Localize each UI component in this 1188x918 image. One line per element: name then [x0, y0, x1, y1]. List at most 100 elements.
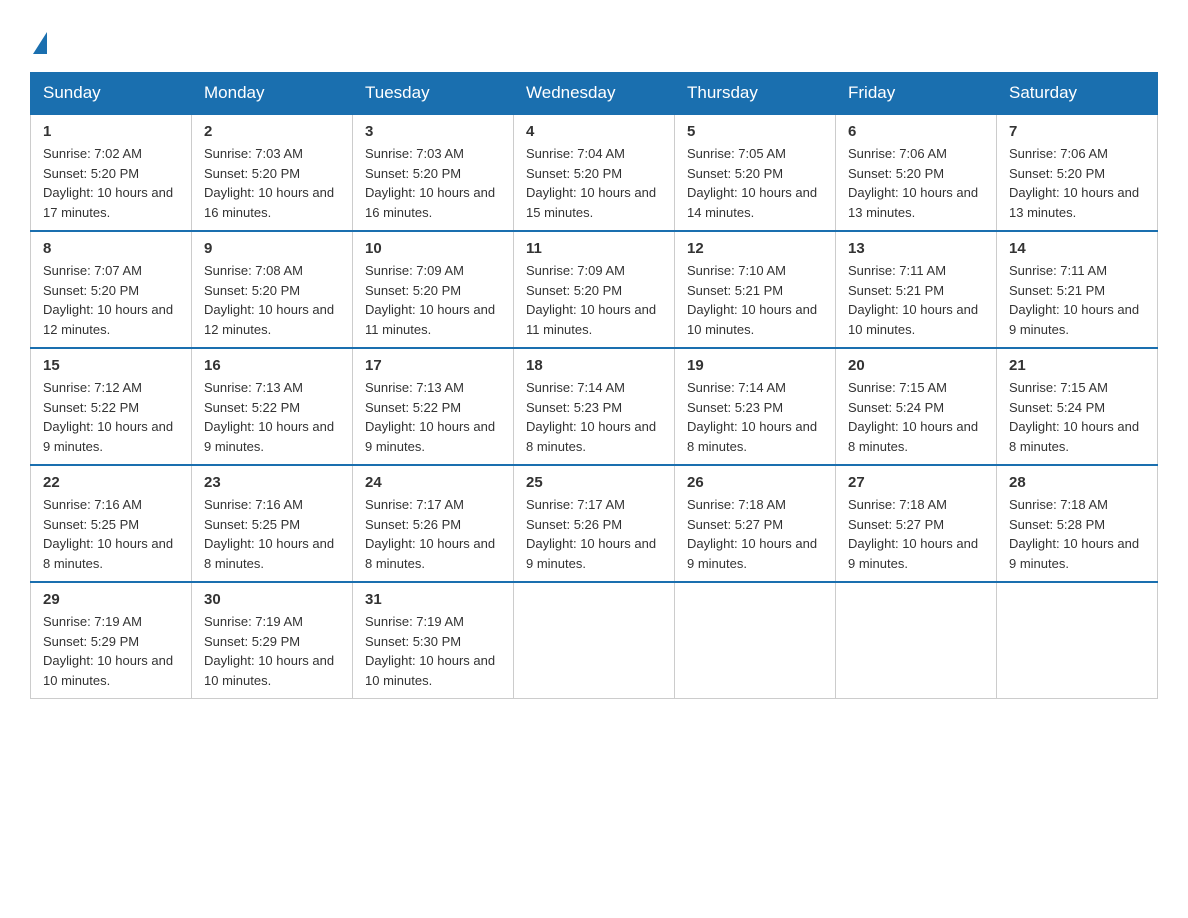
calendar-header-wednesday: Wednesday — [514, 73, 675, 115]
day-number: 25 — [526, 474, 662, 491]
day-number: 30 — [204, 591, 340, 608]
day-info: Sunrise: 7:15 AMSunset: 5:24 PMDaylight:… — [848, 378, 984, 456]
day-number: 16 — [204, 357, 340, 374]
day-number: 5 — [687, 123, 823, 140]
day-number: 24 — [365, 474, 501, 491]
day-number: 19 — [687, 357, 823, 374]
calendar-header-saturday: Saturday — [997, 73, 1158, 115]
day-number: 23 — [204, 474, 340, 491]
calendar-cell: 2Sunrise: 7:03 AMSunset: 5:20 PMDaylight… — [192, 114, 353, 231]
day-info: Sunrise: 7:07 AMSunset: 5:20 PMDaylight:… — [43, 261, 179, 339]
calendar-cell: 31Sunrise: 7:19 AMSunset: 5:30 PMDayligh… — [353, 582, 514, 699]
calendar-cell: 14Sunrise: 7:11 AMSunset: 5:21 PMDayligh… — [997, 231, 1158, 348]
calendar-cell: 17 Sunrise: 7:13 AMSunset: 5:22 PMDayligh… — [353, 348, 514, 465]
day-info: Sunrise: 7:18 AMSunset: 5:28 PMDaylight:… — [1009, 495, 1145, 573]
calendar-header-row: SundayMondayTuesdayWednesdayThursdayFrid… — [31, 73, 1158, 115]
calendar-header-sunday: Sunday — [31, 73, 192, 115]
calendar-header-monday: Monday — [192, 73, 353, 115]
day-info: Sunrise: 7:09 AMSunset: 5:20 PMDaylight:… — [526, 261, 662, 339]
calendar-cell: 15 Sunrise: 7:12 AMSunset: 5:22 PMDayligh… — [31, 348, 192, 465]
calendar-cell: 18 Sunrise: 7:14 AMSunset: 5:23 PMDayligh… — [514, 348, 675, 465]
day-info: Sunrise: 7:16 AMSunset: 5:25 PMDaylight:… — [204, 495, 340, 573]
calendar-header-tuesday: Tuesday — [353, 73, 514, 115]
logo — [30, 30, 47, 52]
calendar-cell: 11Sunrise: 7:09 AMSunset: 5:20 PMDayligh… — [514, 231, 675, 348]
calendar-week-row: 29 Sunrise: 7:19 AMSunset: 5:29 PMDayligh… — [31, 582, 1158, 699]
calendar-cell: 12Sunrise: 7:10 AMSunset: 5:21 PMDayligh… — [675, 231, 836, 348]
day-info: Sunrise: 7:17 AMSunset: 5:26 PMDaylight:… — [365, 495, 501, 573]
day-number: 22 — [43, 474, 179, 491]
day-number: 3 — [365, 123, 501, 140]
day-number: 26 — [687, 474, 823, 491]
calendar-cell: 3 Sunrise: 7:03 AMSunset: 5:20 PMDaylight… — [353, 114, 514, 231]
day-number: 28 — [1009, 474, 1145, 491]
logo-triangle-icon — [33, 32, 47, 54]
calendar-header-friday: Friday — [836, 73, 997, 115]
calendar-cell: 7Sunrise: 7:06 AMSunset: 5:20 PMDaylight… — [997, 114, 1158, 231]
day-number: 17 — [365, 357, 501, 374]
day-number: 21 — [1009, 357, 1145, 374]
day-info: Sunrise: 7:15 AMSunset: 5:24 PMDaylight:… — [1009, 378, 1145, 456]
day-info: Sunrise: 7:19 AMSunset: 5:29 PMDaylight:… — [204, 612, 340, 690]
calendar-week-row: 1 Sunrise: 7:02 AMSunset: 5:20 PMDaylight… — [31, 114, 1158, 231]
day-number: 1 — [43, 123, 179, 140]
day-info: Sunrise: 7:12 AMSunset: 5:22 PMDaylight:… — [43, 378, 179, 456]
calendar-cell: 6Sunrise: 7:06 AMSunset: 5:20 PMDaylight… — [836, 114, 997, 231]
day-info: Sunrise: 7:05 AMSunset: 5:20 PMDaylight:… — [687, 144, 823, 222]
day-info: Sunrise: 7:06 AMSunset: 5:20 PMDaylight:… — [848, 144, 984, 222]
calendar-cell: 16 Sunrise: 7:13 AMSunset: 5:22 PMDayligh… — [192, 348, 353, 465]
day-info: Sunrise: 7:04 AMSunset: 5:20 PMDaylight:… — [526, 144, 662, 222]
calendar-cell: 10 Sunrise: 7:09 AMSunset: 5:20 PMDayligh… — [353, 231, 514, 348]
calendar-week-row: 22 Sunrise: 7:16 AMSunset: 5:25 PMDayligh… — [31, 465, 1158, 582]
calendar-table: SundayMondayTuesdayWednesdayThursdayFrid… — [30, 72, 1158, 699]
calendar-cell: 27 Sunrise: 7:18 AMSunset: 5:27 PMDayligh… — [836, 465, 997, 582]
day-number: 14 — [1009, 240, 1145, 257]
day-info: Sunrise: 7:13 AMSunset: 5:22 PMDaylight:… — [204, 378, 340, 456]
calendar-cell: 23 Sunrise: 7:16 AMSunset: 5:25 PMDayligh… — [192, 465, 353, 582]
day-number: 29 — [43, 591, 179, 608]
calendar-cell — [997, 582, 1158, 699]
day-number: 8 — [43, 240, 179, 257]
calendar-cell: 24 Sunrise: 7:17 AMSunset: 5:26 PMDayligh… — [353, 465, 514, 582]
day-info: Sunrise: 7:03 AMSunset: 5:20 PMDaylight:… — [365, 144, 501, 222]
calendar-cell: 20 Sunrise: 7:15 AMSunset: 5:24 PMDayligh… — [836, 348, 997, 465]
day-info: Sunrise: 7:18 AMSunset: 5:27 PMDaylight:… — [848, 495, 984, 573]
calendar-cell: 5 Sunrise: 7:05 AMSunset: 5:20 PMDaylight… — [675, 114, 836, 231]
day-info: Sunrise: 7:14 AMSunset: 5:23 PMDaylight:… — [687, 378, 823, 456]
calendar-cell: 9 Sunrise: 7:08 AMSunset: 5:20 PMDaylight… — [192, 231, 353, 348]
day-info: Sunrise: 7:19 AMSunset: 5:30 PMDaylight:… — [365, 612, 501, 690]
day-info: Sunrise: 7:09 AMSunset: 5:20 PMDaylight:… — [365, 261, 501, 339]
day-number: 27 — [848, 474, 984, 491]
calendar-cell: 28 Sunrise: 7:18 AMSunset: 5:28 PMDayligh… — [997, 465, 1158, 582]
calendar-body: 1 Sunrise: 7:02 AMSunset: 5:20 PMDaylight… — [31, 114, 1158, 699]
calendar-header-thursday: Thursday — [675, 73, 836, 115]
day-number: 13 — [848, 240, 984, 257]
day-info: Sunrise: 7:10 AMSunset: 5:21 PMDaylight:… — [687, 261, 823, 339]
calendar-cell: 4 Sunrise: 7:04 AMSunset: 5:20 PMDaylight… — [514, 114, 675, 231]
calendar-cell: 1 Sunrise: 7:02 AMSunset: 5:20 PMDaylight… — [31, 114, 192, 231]
calendar-cell — [514, 582, 675, 699]
calendar-cell: 13 Sunrise: 7:11 AMSunset: 5:21 PMDayligh… — [836, 231, 997, 348]
day-number: 9 — [204, 240, 340, 257]
day-info: Sunrise: 7:02 AMSunset: 5:20 PMDaylight:… — [43, 144, 179, 222]
calendar-cell — [836, 582, 997, 699]
day-info: Sunrise: 7:14 AMSunset: 5:23 PMDaylight:… — [526, 378, 662, 456]
calendar-cell: 19 Sunrise: 7:14 AMSunset: 5:23 PMDayligh… — [675, 348, 836, 465]
day-number: 4 — [526, 123, 662, 140]
day-info: Sunrise: 7:19 AMSunset: 5:29 PMDaylight:… — [43, 612, 179, 690]
day-info: Sunrise: 7:13 AMSunset: 5:22 PMDaylight:… — [365, 378, 501, 456]
calendar-cell: 30 Sunrise: 7:19 AMSunset: 5:29 PMDayligh… — [192, 582, 353, 699]
day-info: Sunrise: 7:11 AMSunset: 5:21 PMDaylight:… — [848, 261, 984, 339]
day-number: 10 — [365, 240, 501, 257]
calendar-week-row: 15 Sunrise: 7:12 AMSunset: 5:22 PMDayligh… — [31, 348, 1158, 465]
calendar-cell: 26Sunrise: 7:18 AMSunset: 5:27 PMDayligh… — [675, 465, 836, 582]
day-info: Sunrise: 7:06 AMSunset: 5:20 PMDaylight:… — [1009, 144, 1145, 222]
day-info: Sunrise: 7:08 AMSunset: 5:20 PMDaylight:… — [204, 261, 340, 339]
calendar-week-row: 8 Sunrise: 7:07 AMSunset: 5:20 PMDaylight… — [31, 231, 1158, 348]
day-number: 18 — [526, 357, 662, 374]
calendar-cell: 8 Sunrise: 7:07 AMSunset: 5:20 PMDaylight… — [31, 231, 192, 348]
day-number: 2 — [204, 123, 340, 140]
calendar-cell: 22Sunrise: 7:16 AMSunset: 5:25 PMDayligh… — [31, 465, 192, 582]
day-number: 15 — [43, 357, 179, 374]
day-number: 20 — [848, 357, 984, 374]
